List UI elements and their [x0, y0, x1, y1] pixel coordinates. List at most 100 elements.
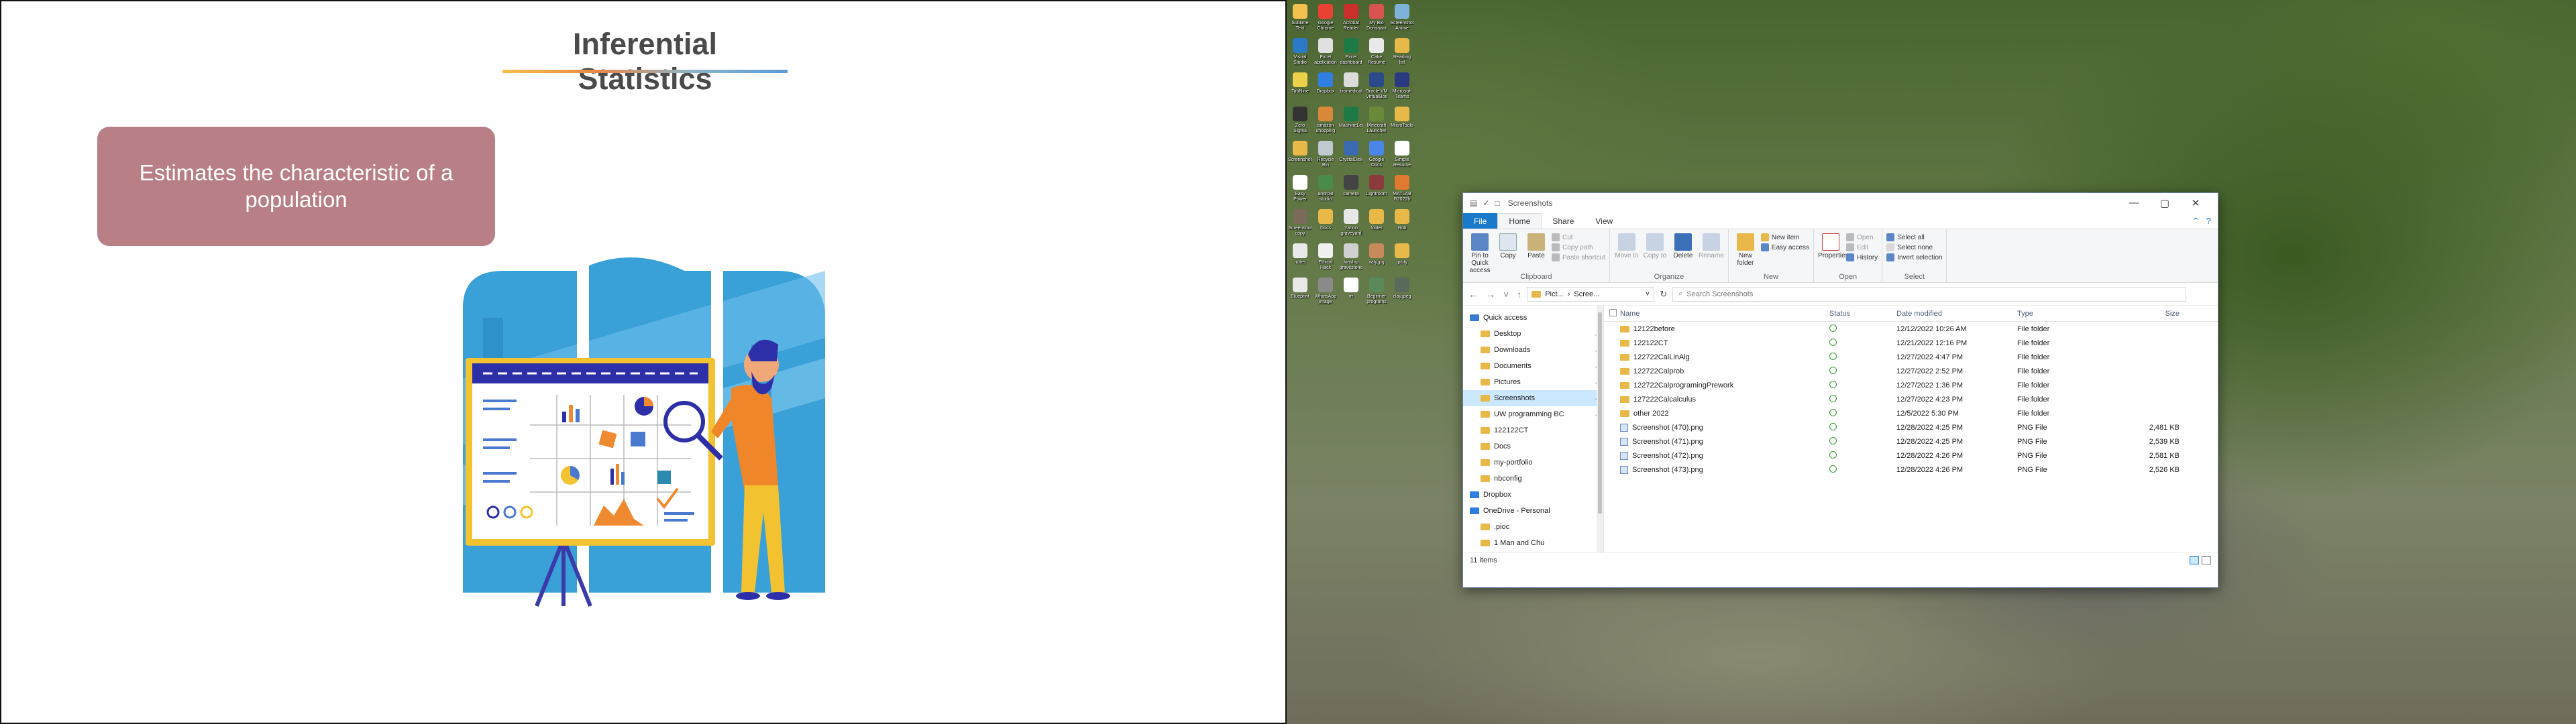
new-folder-quick-icon[interactable]: □ — [1495, 198, 1499, 208]
title-bar[interactable]: ▤ ✓ □ Screenshots — ▢ ✕ — [1463, 193, 2218, 213]
file-row[interactable]: 12122before 12/12/2022 10:26 AM File folde… — [1604, 322, 2218, 336]
nav-item[interactable]: Pictures↗ — [1463, 374, 1603, 390]
file-row[interactable]: 122722CalprogramingPrework 12/27/2022 1:3… — [1604, 378, 2218, 392]
edit-button[interactable]: Edit — [1846, 243, 1878, 251]
file-name: 122722CalLinAlg — [1633, 353, 1690, 361]
desktop-icon-label: notes — [1294, 260, 1306, 265]
desktop-icon[interactable]: Blueprint — [1288, 276, 1312, 337]
scrollbar-thumb[interactable] — [1598, 312, 1602, 514]
nav-item[interactable]: nbconfig — [1463, 471, 1603, 487]
close-button[interactable]: ✕ — [2180, 197, 2211, 209]
new-item-button[interactable]: New item — [1760, 233, 1809, 241]
desktop-icon[interactable]: clay.jpeg — [1390, 276, 1414, 337]
back-arrow-icon[interactable]: ← — [1468, 289, 1478, 300]
checkbox-icon[interactable] — [1609, 308, 1617, 316]
file-name-cell: 122122CT — [1620, 339, 1829, 347]
address-bar[interactable]: Pict... › Scree... ˅ — [1527, 286, 1655, 302]
easy-access-button[interactable]: Easy access — [1760, 243, 1809, 251]
desktop-icon[interactable]: WhatsApp image 2022... — [1313, 276, 1338, 337]
column-type[interactable]: Type — [2017, 310, 2119, 318]
file-row[interactable]: other 2022 12/5/2022 5:30 PM File folder — [1604, 406, 2218, 420]
details-view-icon[interactable] — [2190, 556, 2199, 564]
column-status[interactable]: Status — [1829, 310, 1896, 318]
file-row[interactable]: Screenshot (472).png 12/28/2022 4:26 PM PN… — [1604, 448, 2218, 463]
desktop-icon[interactable]: Beginner programs — [1364, 276, 1389, 337]
file-row[interactable]: 127222Calcalculus 12/27/2022 4:23 PM File … — [1604, 392, 2218, 406]
copy-button[interactable]: Copy — [1495, 232, 1521, 259]
nav-item[interactable]: 1 Man and Chu — [1463, 535, 1603, 551]
file-row[interactable]: 122122CT 12/21/2022 12:16 PM File folder — [1604, 336, 2218, 350]
select-all-button[interactable]: Select all — [1886, 233, 1942, 241]
nav-item[interactable]: my-portfolio — [1463, 455, 1603, 471]
nav-item[interactable]: Desktop↗ — [1463, 326, 1603, 342]
file-row[interactable]: Screenshot (470).png 12/28/2022 4:25 PM PN… — [1604, 420, 2218, 434]
desktop-icon-label: Beginner programs — [1366, 294, 1387, 304]
tab-view[interactable]: View — [1585, 213, 1623, 229]
chevron-up-icon[interactable]: ⌃ — [2192, 216, 2200, 227]
help-icon[interactable]: ? — [2206, 216, 2211, 226]
nav-item[interactable]: Docs — [1463, 438, 1603, 455]
properties-quick-icon[interactable]: ▤ — [1470, 198, 1477, 208]
delete-button[interactable]: Delete — [1670, 232, 1696, 259]
nav-item[interactable]: Screenshots↗ — [1463, 390, 1603, 406]
desktop-icon-label: kinship gravestone — [1339, 260, 1363, 270]
select-none-button[interactable]: Select none — [1886, 243, 1942, 251]
nav-item[interactable]: Quick access — [1463, 310, 1603, 326]
invert-selection-button[interactable]: Invert selection — [1886, 253, 1942, 261]
desktop-icon-label: MATLAB R2022b — [1393, 192, 1411, 202]
file-explorer-window[interactable]: ▤ ✓ □ Screenshots — ▢ ✕ File Home Share … — [1462, 192, 2218, 588]
group-label-open: Open — [1839, 273, 1858, 281]
nav-item[interactable]: UW programming BC↗ — [1463, 406, 1603, 422]
file-row[interactable]: Screenshot (473).png 12/28/2022 4:26 PM PN… — [1604, 463, 2218, 477]
paste-shortcut-button[interactable]: Paste shortcut — [1552, 253, 1605, 261]
nav-item[interactable]: Downloads↗ — [1463, 342, 1603, 358]
large-icons-view-icon[interactable] — [2202, 556, 2211, 564]
sync-status-cell — [1829, 408, 1896, 418]
cut-button[interactable]: Cut — [1552, 233, 1605, 241]
search-box[interactable]: ⌕ Search Screenshots — [1672, 286, 2187, 302]
breadcrumb-pictures[interactable]: Pict... — [1545, 290, 1564, 298]
navigation-scrollbar[interactable] — [1597, 306, 1603, 552]
tab-file[interactable]: File — [1463, 213, 1498, 229]
breadcrumb-screenshots[interactable]: Scree... — [1574, 290, 1599, 298]
file-name-cell: 122722CalprogramingPrework — [1620, 381, 1829, 389]
sync-status-cell — [1829, 380, 1896, 390]
file-row[interactable]: 122722Calprob 12/27/2022 2:52 PM File fold… — [1604, 364, 2218, 378]
move-to-button[interactable]: Move to — [1614, 232, 1640, 259]
maximize-button[interactable]: ▢ — [2149, 197, 2180, 209]
type-cell: PNG File — [2017, 437, 2047, 446]
tab-home[interactable]: Home — [1497, 213, 1542, 229]
desktop-icon[interactable]: rrr — [1339, 276, 1363, 337]
pin-quick-access-button[interactable]: Pin to Quick access — [1467, 232, 1493, 274]
dropbox-icon — [1470, 491, 1479, 498]
open-button[interactable]: Open — [1846, 233, 1878, 241]
nav-item[interactable]: Documents↗ — [1463, 358, 1603, 374]
checkmark-quick-icon[interactable]: ✓ — [1483, 198, 1489, 208]
properties-button[interactable]: Properties — [1818, 232, 1849, 259]
nav-item[interactable]: 122122CT — [1463, 422, 1603, 438]
copy-to-button[interactable]: Copy to — [1642, 232, 1668, 259]
quick-access-toolbar[interactable]: ▤ ✓ □ — [1470, 198, 1500, 208]
nav-item[interactable]: Dropbox — [1463, 487, 1603, 503]
forward-arrow-icon[interactable]: → — [1486, 289, 1495, 300]
tab-share[interactable]: Share — [1542, 213, 1585, 229]
navigation-pane[interactable]: Quick access Desktop↗Downloads↗Documents↗… — [1463, 306, 1604, 552]
copy-path-button[interactable]: Copy path — [1552, 243, 1605, 251]
select-all-checkbox-col[interactable] — [1604, 308, 1620, 318]
file-row[interactable]: 122722CalLinAlg 12/27/2022 4:47 PM File fo… — [1604, 350, 2218, 364]
history-button[interactable]: History — [1846, 253, 1878, 261]
refresh-icon[interactable]: ↻ — [1660, 289, 1667, 300]
up-arrow-icon[interactable]: ↑ — [1517, 289, 1521, 300]
column-name[interactable]: Name — [1620, 310, 1829, 318]
recent-locations-icon[interactable]: ˅ — [1503, 289, 1509, 300]
minimize-button[interactable]: — — [2118, 197, 2149, 209]
chevron-down-icon[interactable]: ˅ — [1646, 290, 1650, 298]
column-date-modified[interactable]: Date modified — [1896, 310, 2017, 318]
rename-button[interactable]: Rename — [1699, 232, 1724, 259]
nav-item[interactable]: OneDrive - Personal — [1463, 503, 1603, 519]
paste-button[interactable]: Paste — [1523, 232, 1549, 259]
nav-item[interactable]: .pioc — [1463, 519, 1603, 535]
new-folder-button[interactable]: New folder — [1733, 232, 1758, 267]
column-size[interactable]: Size — [2119, 310, 2180, 318]
file-row[interactable]: Screenshot (471).png 12/28/2022 4:25 PM PN… — [1604, 434, 2218, 448]
